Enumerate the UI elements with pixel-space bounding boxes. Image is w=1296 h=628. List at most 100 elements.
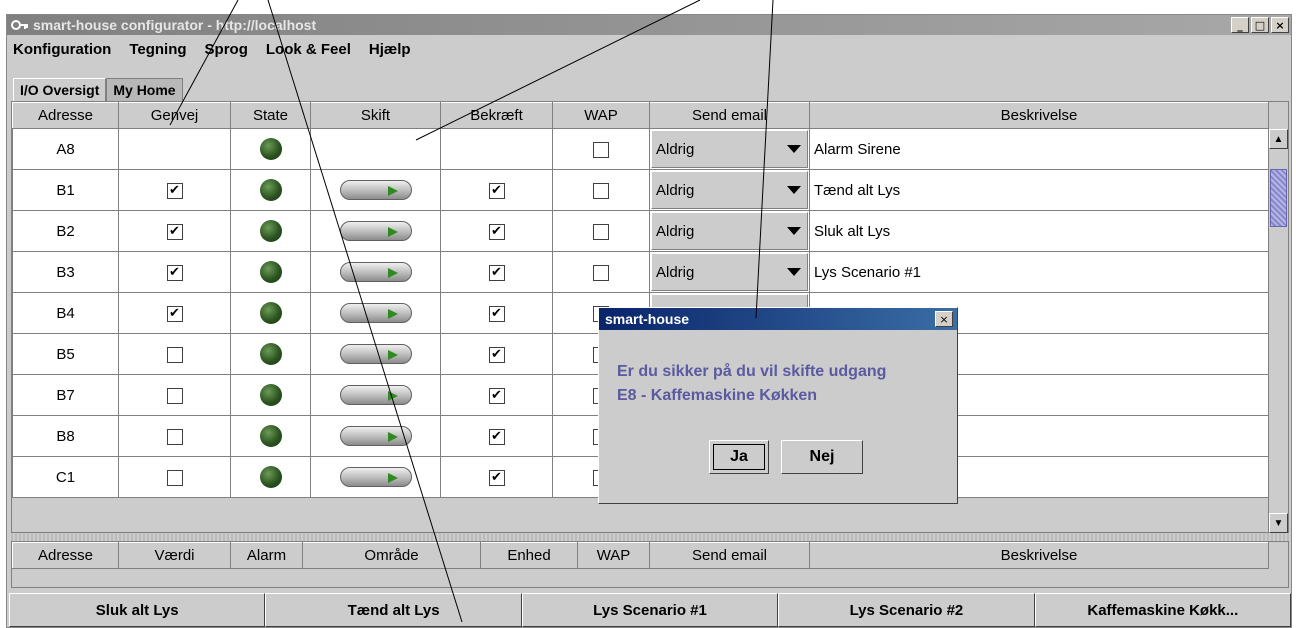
wap-checkbox[interactable] [593, 223, 609, 240]
send-email-cell: Aldrig [649, 169, 810, 211]
shortcut-button-lys-scenario-2[interactable]: Lys Scenario #2 [778, 593, 1035, 627]
column-header[interactable]: Adresse [12, 102, 119, 129]
chevron-down-icon [787, 268, 801, 276]
column-header[interactable]: Alarm [230, 542, 303, 569]
genvej-cell: ✔ [118, 210, 231, 252]
address-cell: B7 [12, 374, 119, 416]
dialog-close-button[interactable]: × [935, 311, 953, 327]
address-cell: B3 [12, 251, 119, 293]
column-header[interactable]: WAP [552, 102, 650, 129]
genvej-checkbox[interactable] [166, 387, 183, 404]
tab-io-oversigt[interactable]: I/O Oversigt [13, 78, 107, 102]
menu-tegning[interactable]: Tegning [129, 41, 186, 58]
skift-toggle-button[interactable] [339, 180, 412, 200]
dialog-title: smart-house [599, 308, 957, 330]
skift-toggle-button[interactable] [339, 303, 412, 323]
bekraeft-cell: ✔ [440, 415, 553, 457]
table-row[interactable]: A8 Aldrig Alarm Sirene [12, 128, 1269, 170]
skift-toggle-button[interactable] [339, 221, 412, 241]
close-button[interactable]: × [1271, 17, 1289, 33]
outputs-scrollbar[interactable]: ▲ ▼ [1268, 129, 1288, 533]
skift-cell [310, 374, 441, 416]
wap-checkbox[interactable] [593, 182, 609, 199]
skift-cell [310, 333, 441, 375]
shortcut-button-lys-scenario-1[interactable]: Lys Scenario #1 [521, 593, 779, 627]
menu-sprog[interactable]: Sprog [205, 41, 248, 58]
skift-toggle-button[interactable] [339, 426, 412, 446]
column-header[interactable]: Bekræft [440, 102, 553, 129]
column-header[interactable]: Værdi [118, 542, 231, 569]
skift-toggle-button[interactable] [339, 385, 412, 405]
menu-hjaelp[interactable]: Hjælp [369, 41, 411, 58]
dialog-no-button[interactable]: Nej [781, 440, 863, 474]
bekraeft-checkbox[interactable]: ✔ [488, 182, 505, 199]
bekraeft-checkbox[interactable]: ✔ [488, 346, 505, 363]
genvej-checkbox[interactable] [166, 428, 183, 445]
maximize-button[interactable]: □ [1251, 17, 1269, 33]
column-header[interactable]: Genvej [118, 102, 231, 129]
genvej-checkbox[interactable] [166, 346, 183, 363]
send-email-select[interactable]: Aldrig [651, 212, 808, 250]
table-row[interactable]: B3 ✔ ✔ Aldrig Lys Scenario #1 [12, 251, 1269, 293]
column-header[interactable]: Beskrivelse [809, 102, 1269, 129]
beskrivelse-cell: Lys Scenario #1 [809, 251, 1269, 293]
genvej-checkbox[interactable] [166, 469, 183, 486]
genvej-checkbox[interactable]: ✔ [166, 223, 183, 240]
shortcut-button-kaffemaskine[interactable]: Kaffemaskine Køkk... [1034, 593, 1292, 627]
state-cell [230, 210, 311, 252]
column-header[interactable]: Skift [310, 102, 441, 129]
table-row[interactable]: B1 ✔ ✔ Aldrig Tænd alt Lys [12, 169, 1269, 211]
scroll-thumb[interactable] [1270, 169, 1287, 227]
send-email-select[interactable]: Aldrig [651, 253, 808, 291]
dialog-yes-button[interactable]: Ja [709, 440, 769, 474]
minimize-button[interactable]: _ [1231, 17, 1249, 33]
bekraeft-checkbox[interactable]: ✔ [488, 223, 505, 240]
key-icon [11, 20, 28, 30]
split-pane-divider[interactable] [11, 533, 1289, 541]
column-header[interactable]: Enhed [480, 542, 578, 569]
column-header[interactable]: Område [302, 542, 481, 569]
column-header[interactable]: State [230, 102, 311, 129]
skift-toggle-button[interactable] [339, 344, 412, 364]
genvej-checkbox[interactable]: ✔ [166, 182, 183, 199]
skift-toggle-button[interactable] [339, 467, 412, 487]
skift-cell [310, 456, 441, 498]
wap-checkbox[interactable] [593, 264, 609, 281]
state-cell [230, 292, 311, 334]
send-email-cell: Aldrig [649, 128, 810, 170]
send-email-select[interactable]: Aldrig [651, 130, 808, 168]
scroll-up-button[interactable]: ▲ [1269, 129, 1288, 149]
dialog-message: Er du sikker på du vil skifte udgang E8 … [617, 360, 886, 408]
shortcut-button-taend-alt-lys[interactable]: Tænd alt Lys [265, 593, 522, 627]
column-header[interactable]: Adresse [12, 542, 119, 569]
menu-look-and-feel[interactable]: Look & Feel [266, 41, 351, 58]
send-email-select[interactable]: Aldrig [651, 171, 808, 209]
wap-checkbox[interactable] [593, 141, 609, 158]
tab-my-home[interactable]: My Home [106, 78, 183, 102]
column-header[interactable]: WAP [577, 542, 650, 569]
shortcut-button-sluk-alt-lys[interactable]: Sluk alt Lys [9, 593, 266, 627]
column-header[interactable]: Send email [649, 542, 810, 569]
address-cell: C1 [12, 456, 119, 498]
skift-cell [310, 251, 441, 293]
genvej-checkbox[interactable]: ✔ [166, 305, 183, 322]
genvej-checkbox[interactable]: ✔ [166, 264, 183, 281]
skift-cell [310, 210, 441, 252]
send-email-value: Aldrig [656, 140, 695, 158]
bekraeft-checkbox[interactable]: ✔ [488, 305, 505, 322]
column-header[interactable]: Beskrivelse [809, 542, 1269, 569]
wap-cell [552, 210, 650, 252]
state-led-icon [259, 179, 282, 201]
state-led-icon [259, 261, 282, 283]
bekraeft-checkbox[interactable]: ✔ [488, 428, 505, 445]
chevron-down-icon [787, 145, 801, 153]
table-row[interactable]: B2 ✔ ✔ Aldrig Sluk alt Lys [12, 210, 1269, 252]
skift-toggle-button[interactable] [339, 262, 412, 282]
bekraeft-checkbox[interactable]: ✔ [488, 469, 505, 486]
bekraeft-checkbox[interactable]: ✔ [488, 264, 505, 281]
scroll-down-button[interactable]: ▼ [1269, 513, 1288, 533]
column-header[interactable]: Send email [649, 102, 810, 129]
menu-konfiguration[interactable]: Konfiguration [13, 41, 111, 58]
bekraeft-cell: ✔ [440, 333, 553, 375]
bekraeft-checkbox[interactable]: ✔ [488, 387, 505, 404]
